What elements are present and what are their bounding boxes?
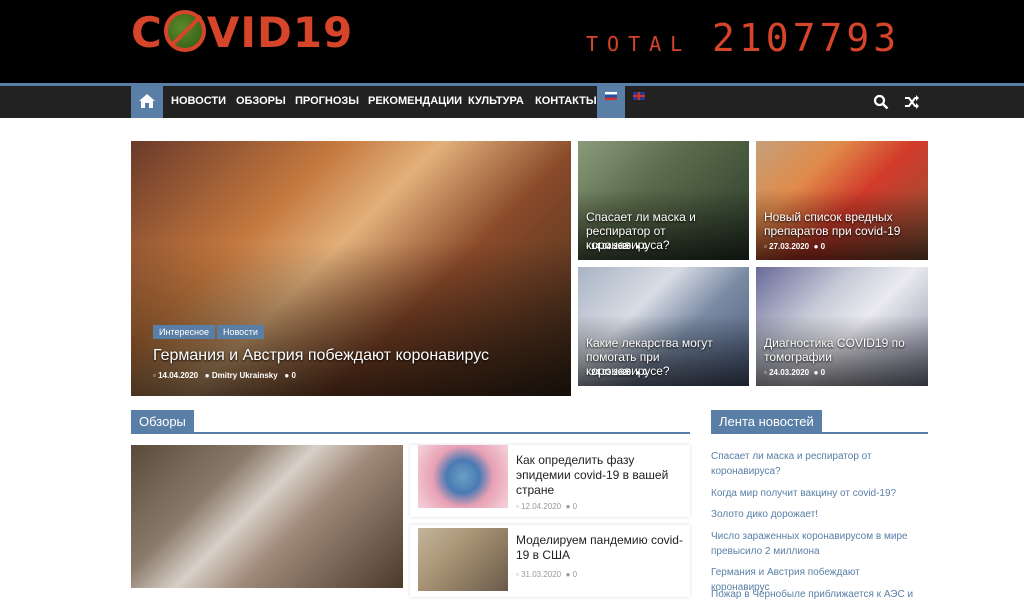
calendar-icon: ▫ [153, 371, 156, 380]
nav-item-culture[interactable]: КУЛЬТУРА [468, 95, 524, 107]
user-icon: ● [204, 371, 210, 380]
review-card-date: 31.03.2020 [521, 570, 562, 579]
home-button[interactable] [131, 86, 163, 118]
review-card-title[interactable]: Моделируем пандемию covid-19 в США [516, 533, 686, 563]
article-date: 24.03.2020 [769, 368, 810, 377]
news-feed-item[interactable]: Золото дико дорожает! [711, 507, 921, 522]
total-label: TOTAL [586, 32, 692, 56]
article-comments[interactable]: 0 [821, 242, 825, 251]
featured-main-article[interactable]: Интересное Новости Германия и Австрия по… [131, 141, 571, 396]
reviews-section-header: Обзоры [131, 410, 690, 434]
featured-main-author[interactable]: Dmitry Ukrainsky [212, 371, 278, 380]
random-shuffle-icon[interactable] [904, 94, 920, 110]
comment-icon: ● [635, 242, 641, 251]
english-flag-icon [633, 92, 645, 100]
review-card[interactable]: Моделируем пандемию covid-19 в США ▫ 31.… [410, 525, 690, 597]
virus-icon [163, 10, 206, 52]
reviews-main-article[interactable] [131, 445, 403, 588]
site-logo[interactable]: C VID19 [131, 8, 353, 57]
article-meta: ▫ 14.04.2020 ● 0 [586, 242, 647, 251]
article-meta: ▫ 27.03.2020 ● 0 [764, 242, 825, 251]
news-feed-item[interactable]: Число зараженных коронавирусом в мире пр… [711, 529, 921, 559]
calendar-icon: ▫ [586, 242, 589, 251]
news-feed-heading[interactable]: Лента новостей [711, 410, 822, 432]
home-icon [139, 94, 155, 108]
reviews-main-image [131, 445, 403, 588]
calendar-icon: ▫ [764, 368, 767, 377]
review-card-comments[interactable]: 0 [573, 570, 577, 579]
tag-interesting[interactable]: Интересное [153, 325, 215, 339]
reviews-heading[interactable]: Обзоры [131, 410, 194, 432]
article-meta: ▫ 24.03.2020 ● 0 [764, 368, 825, 377]
featured-main-meta: ▫ 14.04.2020 ● Dmitry Ukrainsky ● 0 [153, 371, 296, 380]
calendar-icon: ▫ [516, 570, 519, 579]
search-icon[interactable] [873, 94, 889, 110]
nav-item-recommendations[interactable]: РЕКОМЕНДАЦИИ [368, 95, 462, 107]
article-title[interactable]: Новый список вредных препаратов при covi… [764, 210, 924, 238]
article-title[interactable]: Диагностика COVID19 по томографии [764, 336, 924, 364]
comment-icon: ● [813, 368, 819, 377]
comment-icon: ● [813, 242, 819, 251]
article-comments[interactable]: 0 [643, 242, 647, 251]
comment-icon: ● [565, 570, 571, 579]
review-card-thumbnail[interactable] [418, 528, 508, 591]
article-comments[interactable]: 0 [643, 368, 647, 377]
total-counter: 2107793 [712, 16, 901, 60]
featured-main-title[interactable]: Германия и Австрия побеждают коронавирус [153, 346, 489, 366]
russian-flag-icon [605, 92, 617, 100]
news-feed-item[interactable]: Когда мир получит вакцину от covid-19? [711, 486, 921, 501]
review-card[interactable]: Как определить фазу эпидемии covid-19 в … [410, 445, 690, 517]
main-navigation: НОВОСТИ ОБЗОРЫ ПРОГНОЗЫ РЕКОМЕНДАЦИИ КУЛ… [0, 86, 1024, 118]
logo-text-end: VID19 [206, 8, 354, 57]
comment-icon: ● [565, 502, 571, 511]
review-card-comments[interactable]: 0 [573, 502, 577, 511]
nav-item-forecasts[interactable]: ПРОГНОЗЫ [295, 95, 359, 107]
article-date: 24.03.2020 [591, 368, 632, 377]
article-meta: ▫ 24.03.2020 ● 0 [586, 368, 647, 377]
nav-item-news[interactable]: НОВОСТИ [171, 95, 226, 107]
language-ru-button[interactable] [597, 86, 625, 118]
language-en-button[interactable] [625, 86, 653, 118]
calendar-icon: ▫ [516, 502, 519, 511]
news-feed-item[interactable]: Спасает ли маска и респиратор от коронав… [711, 449, 921, 479]
calendar-icon: ▫ [764, 242, 767, 251]
calendar-icon: ▫ [586, 368, 589, 377]
nav-item-contacts[interactable]: КОНТАКТЫ [535, 95, 597, 107]
comment-icon: ● [635, 368, 641, 377]
news-feed-item[interactable]: Пожар в Чернобыле приближается к АЭС и [711, 587, 921, 602]
site-header: C VID19 TOTAL 2107793 [0, 0, 1024, 83]
review-card-meta: ▫ 12.04.2020 ● 0 [516, 502, 577, 511]
review-card-meta: ▫ 31.03.2020 ● 0 [516, 570, 577, 579]
article-date: 27.03.2020 [769, 242, 810, 251]
featured-main-date: 14.04.2020 [158, 371, 199, 380]
featured-main-comments[interactable]: 0 [291, 371, 295, 380]
review-card-thumbnail[interactable] [418, 445, 508, 508]
article-date: 14.04.2020 [591, 242, 632, 251]
featured-side-article[interactable]: Диагностика COVID19 по томографии ▫ 24.0… [756, 267, 928, 386]
comment-icon: ● [284, 371, 290, 380]
featured-side-article[interactable]: Какие лекарства могут помогать при корон… [578, 267, 749, 386]
featured-side-article[interactable]: Спасает ли маска и респиратор от коронав… [578, 141, 749, 260]
news-feed-header: Лента новостей [711, 410, 928, 434]
tag-news[interactable]: Новости [217, 325, 264, 339]
featured-side-article[interactable]: Новый список вредных препаратов при covi… [756, 141, 928, 260]
review-card-date: 12.04.2020 [521, 502, 562, 511]
nav-item-reviews[interactable]: ОБЗОРЫ [236, 95, 286, 107]
article-comments[interactable]: 0 [821, 368, 825, 377]
review-card-title[interactable]: Как определить фазу эпидемии covid-19 в … [516, 453, 686, 498]
logo-text-start: C [131, 8, 163, 57]
